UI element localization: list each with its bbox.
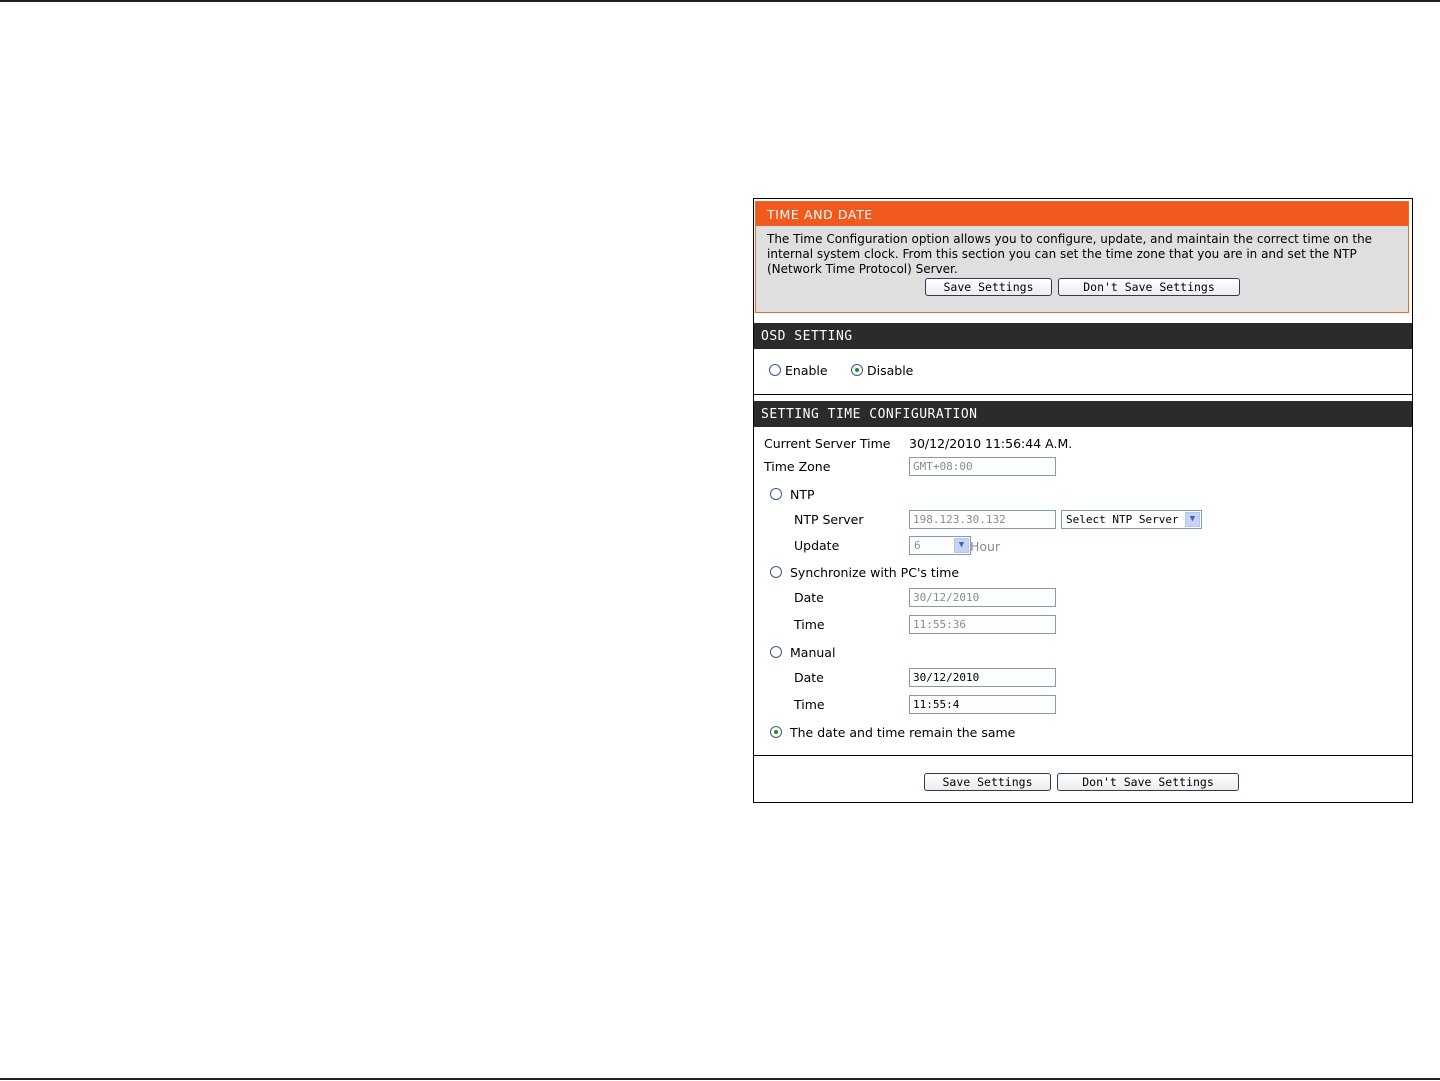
osd-enable-label: Enable <box>785 363 828 378</box>
time-date-panel: TIME AND DATE The Time Configuration opt… <box>753 198 1413 803</box>
current-server-time-label: Current Server Time <box>764 436 891 451</box>
chevron-down-icon: ▼ <box>954 538 969 553</box>
ntp-server-field[interactable]: 198.123.30.132 <box>909 510 1056 529</box>
time-and-date-header: TIME AND DATE <box>756 202 1408 226</box>
osd-disable-radio[interactable] <box>851 364 863 376</box>
select-ntp-server-dropdown[interactable]: Select NTP Server ▼ <box>1061 510 1202 529</box>
pc-time-field[interactable]: 11:55:36 <box>909 615 1056 634</box>
pc-date-label: Date <box>794 590 824 605</box>
time-and-date-box: TIME AND DATE The Time Configuration opt… <box>755 201 1409 313</box>
top-rule <box>0 0 1440 2</box>
manual-date-label: Date <box>794 670 824 685</box>
footer-divider <box>754 755 1412 756</box>
sync-pc-radio[interactable] <box>770 566 782 578</box>
chevron-down-icon: ▼ <box>1185 512 1200 527</box>
update-label: Update <box>794 538 840 553</box>
time-zone-label: Time Zone <box>764 459 831 474</box>
remain-same-label: The date and time remain the same <box>790 725 1016 740</box>
osd-enable-radio[interactable] <box>769 364 781 376</box>
footer-dont-save-settings-button[interactable]: Don't Save Settings <box>1057 773 1239 791</box>
update-interval-dropdown[interactable]: 6 ▼ <box>909 536 971 555</box>
dont-save-settings-button[interactable]: Don't Save Settings <box>1058 278 1240 296</box>
time-and-date-description: The Time Configuration option allows you… <box>767 232 1373 276</box>
current-server-time-value: 30/12/2010 11:56:44 A.M. <box>909 436 1073 451</box>
osd-setting-header: OSD SETTING <box>754 323 1412 349</box>
manual-time-field[interactable]: 11:55:4 <box>909 695 1056 714</box>
bottom-rule <box>0 1078 1440 1080</box>
select-ntp-server-text: Select NTP Server <box>1066 513 1179 526</box>
remain-same-radio[interactable] <box>770 726 782 738</box>
osd-disable-label: Disable <box>867 363 914 378</box>
time-config-header: SETTING TIME CONFIGURATION <box>754 401 1412 427</box>
save-settings-button[interactable]: Save Settings <box>925 278 1052 296</box>
ntp-server-label: NTP Server <box>794 512 864 527</box>
pc-time-label: Time <box>794 617 825 632</box>
sync-pc-label: Synchronize with PC's time <box>790 565 960 580</box>
manual-radio[interactable] <box>770 646 782 658</box>
manual-date-field[interactable]: 30/12/2010 <box>909 668 1056 687</box>
bottom-button-row: Save Settings Don't Save Settings <box>754 773 1412 795</box>
manual-label: Manual <box>790 645 836 660</box>
time-zone-field[interactable]: GMT+08:00 <box>909 457 1056 476</box>
ntp-radio[interactable] <box>770 488 782 500</box>
footer-save-settings-button[interactable]: Save Settings <box>924 773 1051 791</box>
osd-divider <box>754 394 1412 395</box>
manual-time-label: Time <box>794 697 825 712</box>
update-unit-label: Hour <box>970 539 1001 554</box>
top-button-row: Save Settings Don't Save Settings <box>756 278 1408 300</box>
update-interval-value: 6 <box>914 539 921 552</box>
ntp-label: NTP <box>790 487 815 502</box>
pc-date-field[interactable]: 30/12/2010 <box>909 588 1056 607</box>
